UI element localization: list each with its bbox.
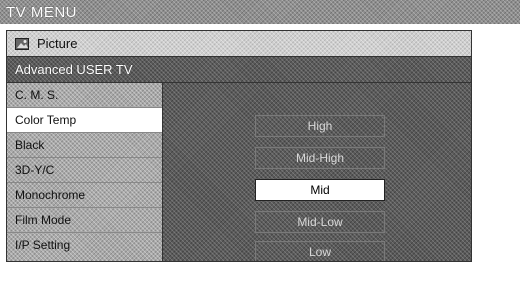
option-high-button[interactable]: High	[255, 115, 385, 137]
sidebar-item-3d-yc[interactable]: 3D-Y/C	[7, 158, 162, 183]
option-label: Low	[308, 245, 331, 259]
sidebar-item-label: Film Mode	[15, 213, 72, 227]
sidebar-item-label: Monochrome	[15, 188, 86, 202]
sidebar-item-label: C. M. S.	[15, 88, 59, 102]
sidebar-item-monochrome[interactable]: Monochrome	[7, 183, 162, 208]
option-label: Mid	[310, 183, 330, 197]
sidebar-item-label: Black	[15, 138, 45, 152]
sidebar-item-label: Color Temp	[15, 113, 77, 127]
sidebar-item-ip-setting[interactable]: I/P Setting	[7, 233, 162, 258]
sidebar-item-label: 3D-Y/C	[15, 163, 55, 177]
menu-frame: Picture Advanced USER TV C. M. S. Color …	[6, 30, 472, 262]
title-bar: TV MENU	[0, 0, 520, 24]
option-label: Mid-Low	[297, 215, 343, 229]
section-title: Advanced USER TV	[15, 62, 133, 77]
advanced-user-tv-header: Advanced USER TV	[7, 57, 471, 83]
sidebar-item-black[interactable]: Black	[7, 133, 162, 158]
option-mid-button[interactable]: Mid	[255, 179, 385, 201]
option-panel: High Mid-High Mid Mid-Low Low	[163, 83, 471, 261]
sidebar-item-color-temp[interactable]: Color Temp	[7, 108, 162, 133]
sidebar-item-cms[interactable]: C. M. S.	[7, 83, 162, 108]
window-title: TV MENU	[6, 4, 77, 21]
option-label: Mid-High	[295, 151, 344, 165]
option-label: High	[307, 119, 333, 133]
option-low-button[interactable]: Low	[255, 241, 385, 261]
sidebar-item-label: I/P Setting	[15, 238, 71, 252]
picture-category-row[interactable]: Picture	[7, 31, 471, 57]
picture-category-label: Picture	[37, 36, 78, 51]
option-mid-high-button[interactable]: Mid-High	[255, 147, 385, 169]
picture-icon	[15, 37, 29, 50]
option-mid-low-button[interactable]: Mid-Low	[255, 211, 385, 233]
settings-sidebar: C. M. S. Color Temp Black 3D-Y/C Monochr…	[7, 83, 163, 261]
sidebar-item-film-mode[interactable]: Film Mode	[7, 208, 162, 233]
